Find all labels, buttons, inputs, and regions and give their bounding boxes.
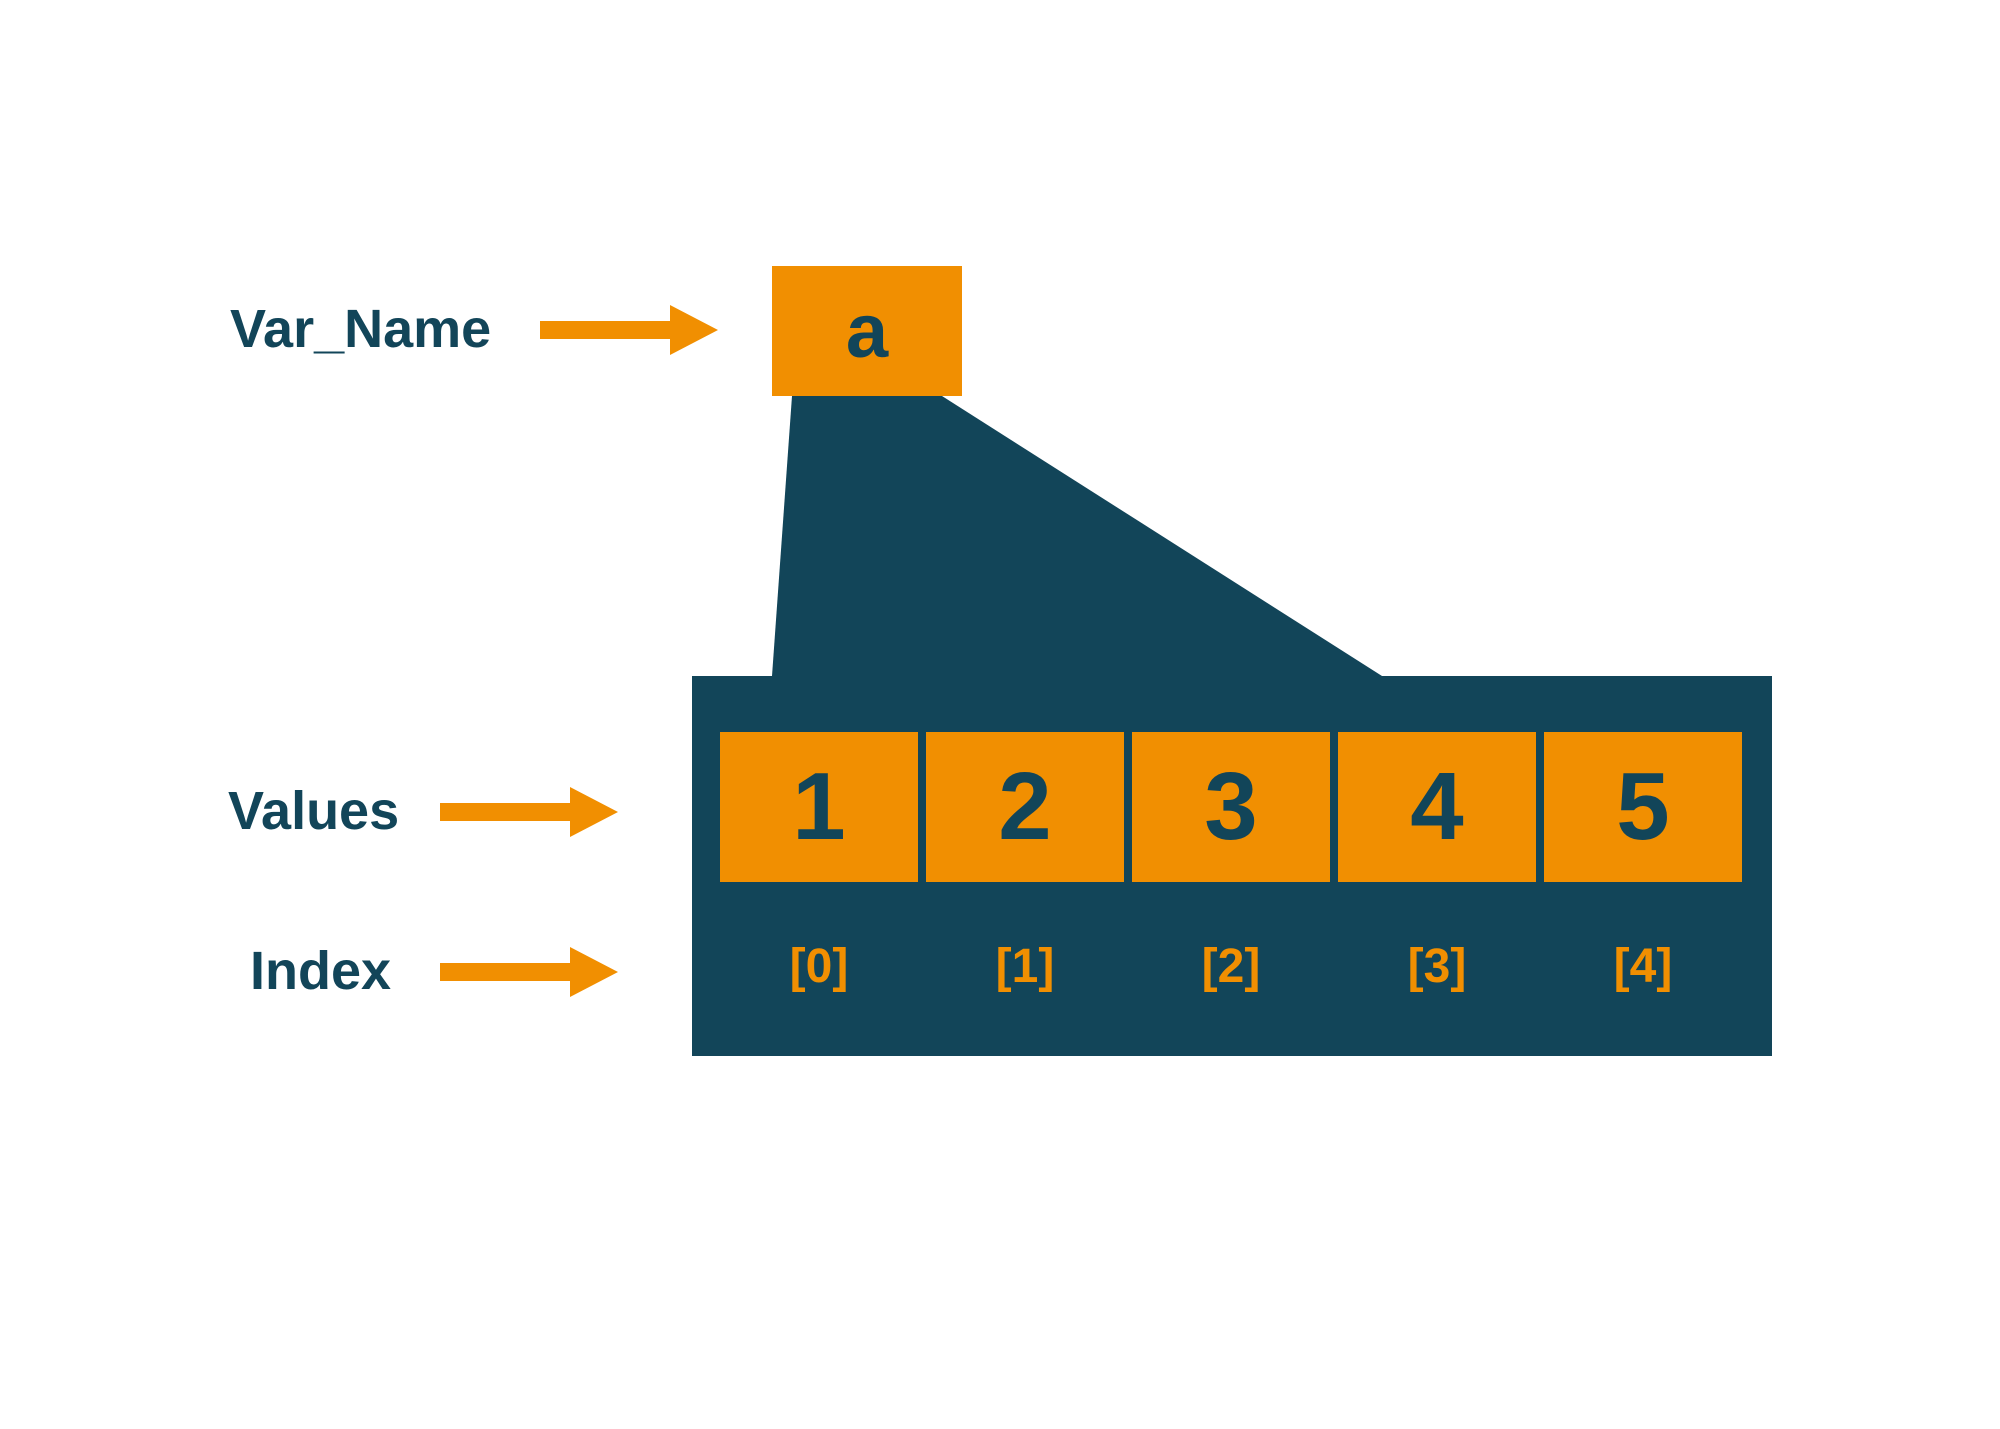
array-values-row: 1 2 3 4 5: [720, 732, 1742, 882]
array-cell: 3: [1132, 732, 1330, 882]
array-index: [1]: [926, 936, 1124, 996]
label-values: Values: [228, 780, 399, 842]
array-cell: 2: [926, 732, 1124, 882]
array-cell: 5: [1544, 732, 1742, 882]
arrow-icon: [440, 942, 620, 1002]
array-container: 1 2 3 4 5 [0] [1] [2] [3] [4]: [692, 676, 1772, 1056]
variable-name-box: a: [772, 266, 962, 396]
label-index: Index: [250, 940, 391, 1002]
arrow-icon: [540, 300, 720, 360]
funnel-shape: [772, 396, 1382, 676]
label-var-name: Var_Name: [230, 298, 491, 360]
array-cell: 1: [720, 732, 918, 882]
diagram-stage: Var_Name Values Index a 1 2 3 4 5 [0]: [0, 0, 2000, 1429]
array-index-row: [0] [1] [2] [3] [4]: [720, 936, 1742, 996]
array-index: [2]: [1132, 936, 1330, 996]
arrow-icon: [440, 782, 620, 842]
array-index: [3]: [1338, 936, 1536, 996]
array-cell: 4: [1338, 732, 1536, 882]
array-index: [0]: [720, 936, 918, 996]
array-index: [4]: [1544, 936, 1742, 996]
